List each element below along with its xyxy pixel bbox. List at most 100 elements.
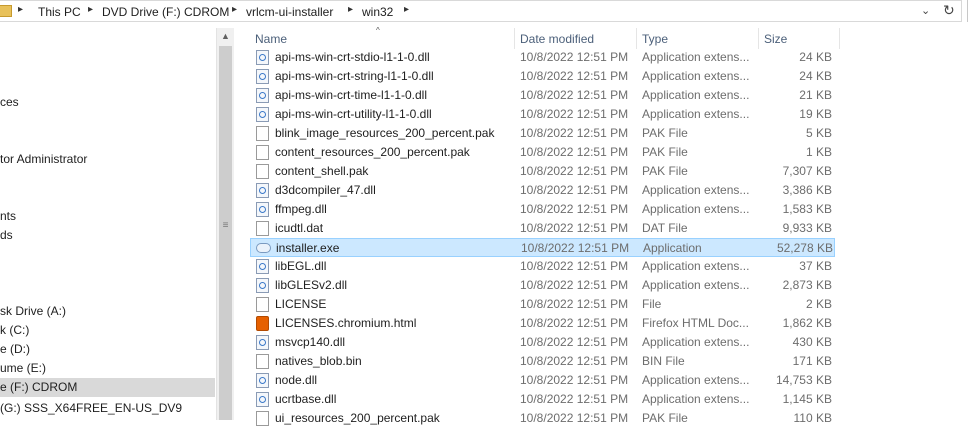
nav-item-documents[interactable]: nts xyxy=(0,207,16,226)
file-row[interactable]: ucrtbase.dll 10/8/2022 12:51 PM Applicatio… xyxy=(250,390,835,409)
nav-item-local-disk-c[interactable]: k (C:) xyxy=(0,321,29,340)
file-type: Application extens... xyxy=(642,50,750,64)
file-date-modified: 10/8/2022 12:51 PM xyxy=(520,354,629,368)
file-name: libGLESv2.dll xyxy=(275,278,348,292)
breadcrumb-win32[interactable]: win32 xyxy=(362,5,393,19)
file-row[interactable]: d3dcompiler_47.dll 10/8/2022 12:51 PM Appl… xyxy=(250,181,835,200)
file-type: Application extens... xyxy=(642,373,750,387)
file-row[interactable]: api-ms-win-crt-stdio-l1-1-0.dll 10/8/2022… xyxy=(250,48,835,67)
file-row[interactable]: icudtl.dat 10/8/2022 12:51 PM DAT File 9,93… xyxy=(250,219,835,238)
breadcrumb-separator-icon[interactable]: ▸ xyxy=(18,4,23,15)
file-row[interactable]: libEGL.dll 10/8/2022 12:51 PM Application … xyxy=(250,257,835,276)
file-name: blink_image_resources_200_percent.pak xyxy=(275,126,495,140)
dll-icon xyxy=(256,202,269,217)
file-name: node.dll xyxy=(275,373,318,387)
column-header: Name Date modified Type Size xyxy=(250,28,840,49)
file-type: PAK File xyxy=(642,145,688,159)
file-row[interactable]: api-ms-win-crt-time-l1-1-0.dll 10/8/2022 … xyxy=(250,86,835,105)
file-type: PAK File xyxy=(642,411,688,425)
file-date-modified: 10/8/2022 12:51 PM xyxy=(520,88,629,102)
file-row[interactable]: api-ms-win-crt-utility-l1-1-0.dll 10/8/20… xyxy=(250,105,835,124)
file-type: File xyxy=(642,297,662,311)
vertical-scrollbar[interactable]: ▲ ≡ xyxy=(216,28,234,420)
breadcrumb-vrlcm-ui-installer[interactable]: vrlcm-ui-installer xyxy=(246,5,333,19)
nav-item-administrator[interactable]: tor Administrator xyxy=(0,150,87,169)
file-size: 3,386 KB xyxy=(782,183,832,197)
file-type: PAK File xyxy=(642,126,688,140)
navigation-pane: ces tor Administrator nts ds sk Drive (A… xyxy=(0,23,215,420)
file-date-modified: 10/8/2022 12:51 PM xyxy=(520,316,629,330)
file-name: libEGL.dll xyxy=(275,259,327,273)
file-size: 14,753 KB xyxy=(775,373,832,387)
file-row[interactable]: LICENSE 10/8/2022 12:51 PM File 2 KB xyxy=(250,295,835,314)
file-name: icudtl.dat xyxy=(275,221,324,235)
column-header-size[interactable]: Size xyxy=(759,28,840,49)
file-icon xyxy=(256,411,269,426)
file-row[interactable]: libGLESv2.dll 10/8/2022 12:51 PM Applicati… xyxy=(250,276,835,295)
file-size: 24 KB xyxy=(799,69,832,83)
nav-item-volume-e[interactable]: ume (E:) xyxy=(0,359,46,378)
file-icon xyxy=(256,164,269,179)
nav-item-drive-d[interactable]: e (D:) xyxy=(0,340,30,359)
breadcrumb-separator-icon[interactable]: ▸ xyxy=(348,4,353,15)
dll-icon xyxy=(256,183,269,198)
breadcrumb-separator-icon[interactable]: ▸ xyxy=(232,4,237,15)
file-row[interactable]: installer.exe 10/8/2022 12:51 PM Applicati… xyxy=(250,238,835,257)
nav-item-floppy-disk-drive[interactable]: sk Drive (A:) xyxy=(0,302,66,321)
dll-icon xyxy=(256,50,269,65)
file-row[interactable]: ffmpeg.dll 10/8/2022 12:51 PM Application … xyxy=(250,200,835,219)
nav-item-dvd-drive-f[interactable]: e (F:) CDROM xyxy=(0,378,215,397)
file-type: Application extens... xyxy=(642,183,750,197)
file-row[interactable]: natives_blob.bin 10/8/2022 12:51 PM BIN Fi… xyxy=(250,352,835,371)
file-date-modified: 10/8/2022 12:51 PM xyxy=(520,335,629,349)
file-name: installer.exe xyxy=(276,241,340,255)
file-name: api-ms-win-crt-time-l1-1-0.dll xyxy=(275,88,428,102)
dll-icon xyxy=(256,107,269,122)
file-date-modified: 10/8/2022 12:51 PM xyxy=(520,50,629,64)
search-box-edge[interactable] xyxy=(967,0,975,22)
breadcrumb-dvd-drive[interactable]: DVD Drive (F:) CDROM xyxy=(102,5,229,19)
file-size: 52,278 KB xyxy=(776,241,833,255)
scroll-up-arrow-icon[interactable]: ▲ xyxy=(217,28,234,45)
refresh-icon[interactable]: ↻ xyxy=(943,2,955,19)
file-row[interactable]: api-ms-win-crt-string-l1-1-0.dll 10/8/202… xyxy=(250,67,835,86)
column-header-name[interactable]: Name xyxy=(250,28,515,49)
scrollbar-grip-icon: ≡ xyxy=(222,220,229,231)
breadcrumb-this-pc[interactable]: This PC xyxy=(38,5,81,19)
file-name: msvcp140.dll xyxy=(275,335,346,349)
dll-icon xyxy=(256,392,269,407)
nav-item-quick-access[interactable]: ces xyxy=(0,93,19,112)
file-row[interactable]: content_resources_200_percent.pak 10/8/20… xyxy=(250,143,835,162)
column-header-date-modified[interactable]: Date modified xyxy=(515,28,637,49)
file-date-modified: 10/8/2022 12:51 PM xyxy=(520,126,629,140)
address-bar[interactable]: ▸ This PC ▸ DVD Drive (F:) CDROM ▸ vrlcm… xyxy=(0,0,962,22)
file-date-modified: 10/8/2022 12:51 PM xyxy=(520,411,629,425)
file-size: 171 KB xyxy=(792,354,832,368)
file-date-modified: 10/8/2022 12:51 PM xyxy=(520,278,629,292)
file-row[interactable]: LICENSES.chromium.html 10/8/2022 12:51 PM… xyxy=(250,314,835,333)
file-row[interactable]: content_shell.pak 10/8/2022 12:51 PM PAK F… xyxy=(250,162,835,181)
file-name: ffmpeg.dll xyxy=(275,202,327,216)
file-row[interactable]: msvcp140.dll 10/8/2022 12:51 PM Applicatio… xyxy=(250,333,835,352)
file-type: BIN File xyxy=(642,354,685,368)
file-date-modified: 10/8/2022 12:51 PM xyxy=(520,259,629,273)
file-icon xyxy=(256,126,269,141)
folder-icon xyxy=(0,5,12,17)
nav-item-drive-g[interactable]: (G:) SSS_X64FREE_EN-US_DV9 xyxy=(0,399,182,418)
file-date-modified: 10/8/2022 12:51 PM xyxy=(520,69,629,83)
breadcrumb-separator-icon[interactable]: ▸ xyxy=(88,4,93,15)
file-row[interactable]: blink_image_resources_200_percent.pak 10/… xyxy=(250,124,835,143)
file-date-modified: 10/8/2022 12:51 PM xyxy=(520,145,629,159)
file-size: 5 KB xyxy=(805,126,832,140)
file-name: ui_resources_200_percent.pak xyxy=(275,411,440,425)
column-header-type[interactable]: Type xyxy=(637,28,759,49)
scrollbar-thumb[interactable] xyxy=(219,46,232,420)
breadcrumb-separator-icon[interactable]: ▸ xyxy=(404,4,409,15)
nav-item-downloads[interactable]: ds xyxy=(0,226,13,245)
file-name: LICENSES.chromium.html xyxy=(275,316,417,330)
file-type: Application extens... xyxy=(642,335,750,349)
file-row[interactable]: ui_resources_200_percent.pak 10/8/2022 12… xyxy=(250,409,835,428)
file-row[interactable]: node.dll 10/8/2022 12:51 PM Application ex… xyxy=(250,371,835,390)
chevron-down-icon[interactable]: ⌄ xyxy=(921,4,930,17)
file-type: Application extens... xyxy=(642,107,750,121)
